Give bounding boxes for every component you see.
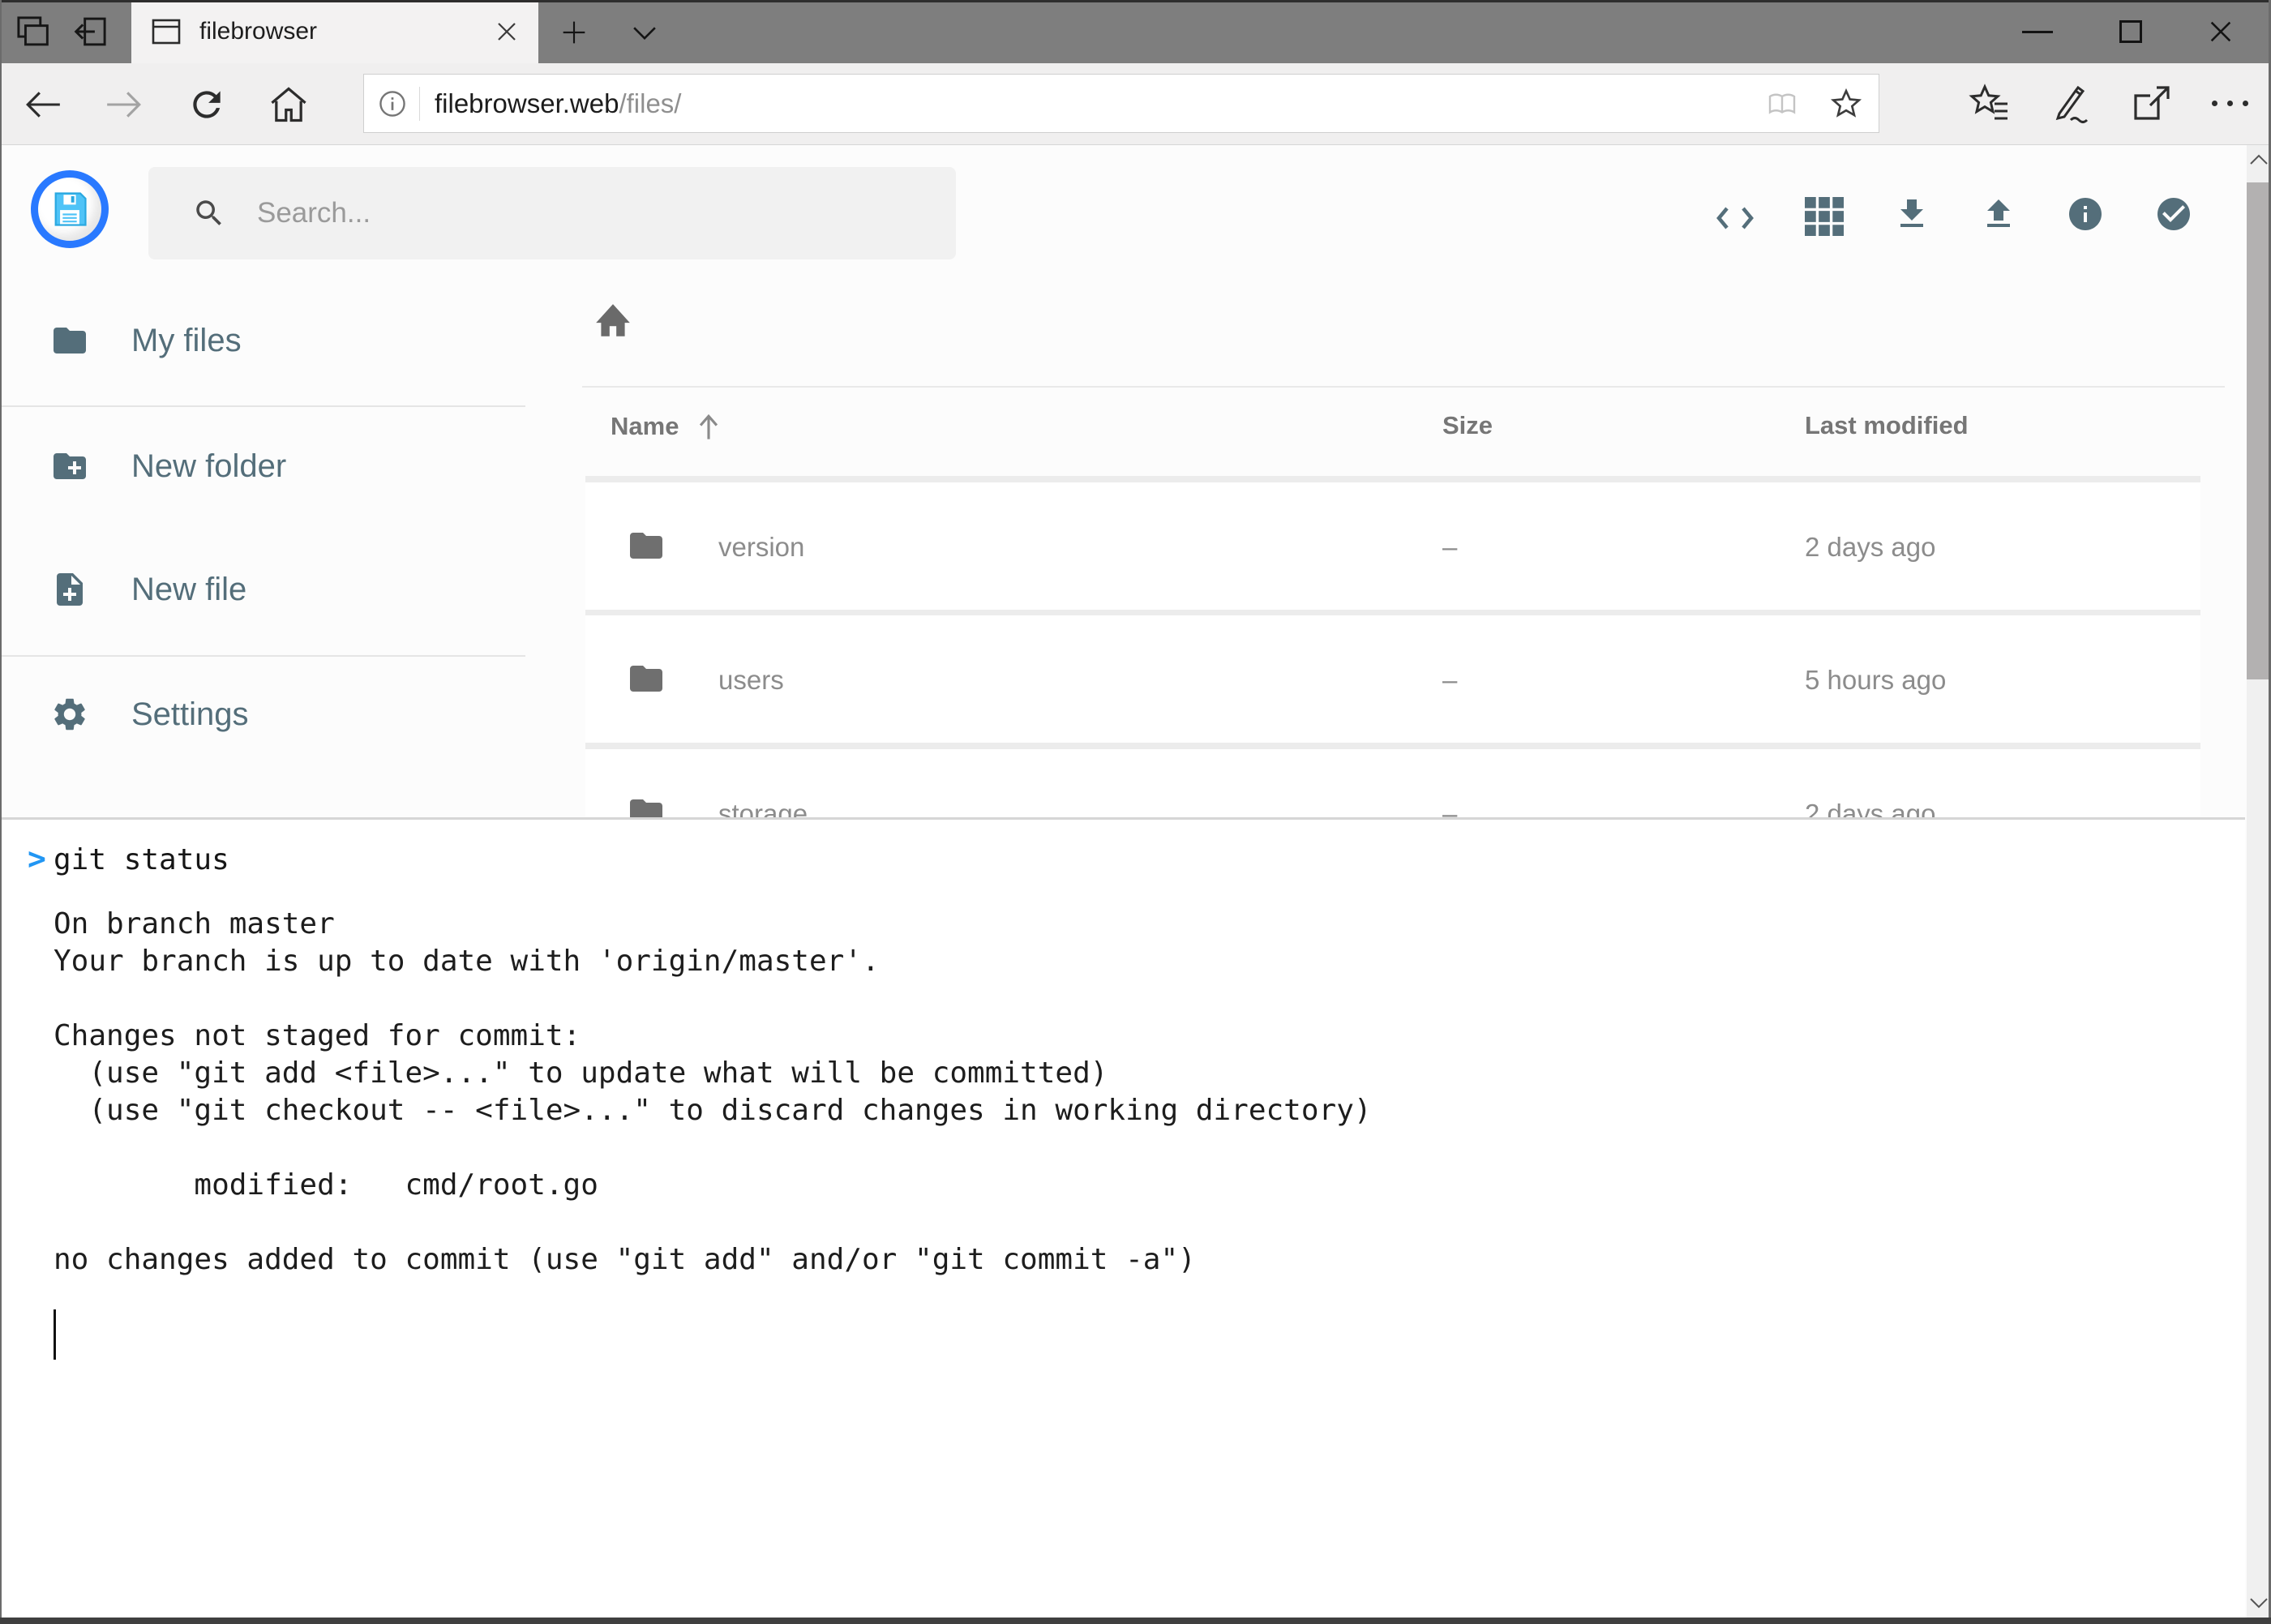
hub-favorites-icon[interactable]	[1969, 83, 2011, 125]
scrollbar-thumb[interactable]	[2247, 182, 2271, 679]
breadcrumb-home-icon[interactable]	[593, 302, 633, 340]
terminal-output: On branch master Your branch is up to da…	[54, 868, 1372, 1279]
url-text[interactable]: filebrowser.web/files/	[435, 88, 681, 119]
search-input[interactable]	[257, 197, 889, 229]
terminal-prompt-chevron: >	[28, 841, 46, 876]
file-name: users	[718, 665, 784, 696]
sidebar-divider	[0, 405, 525, 407]
info-icon[interactable]	[2066, 195, 2105, 234]
web-note-pen-icon[interactable]	[2050, 83, 2092, 125]
column-header-name[interactable]: Name	[611, 411, 722, 442]
back-icon[interactable]	[23, 84, 63, 125]
download-icon[interactable]	[1892, 195, 1931, 234]
reading-view-icon	[1765, 90, 1799, 118]
new-tab-button[interactable]	[561, 19, 587, 45]
terminal-cursor	[54, 1309, 56, 1360]
window-border-bottom	[0, 1618, 2271, 1624]
code-editor-icon[interactable]	[1716, 199, 1755, 238]
search-icon	[192, 196, 226, 230]
navigation-bar: filebrowser.web/files/	[0, 63, 2271, 145]
settings-and-more-icon[interactable]	[2212, 101, 2248, 106]
sidebar-divider	[0, 655, 525, 657]
sidebar-item-label: New folder	[131, 448, 286, 485]
refresh-icon[interactable]	[186, 84, 227, 125]
listing-divider	[582, 386, 2225, 388]
sidebar-item-new-folder[interactable]: New folder	[0, 418, 525, 515]
sort-asc-icon	[695, 411, 722, 442]
file-row-version[interactable]: version – 2 days ago	[585, 482, 2200, 610]
column-header-modified[interactable]: Last modified	[1805, 411, 1969, 440]
search-box[interactable]	[148, 167, 956, 259]
file-list: version – 2 days ago users – 5 hours ago…	[585, 476, 2200, 817]
url-domain: filebrowser.web	[435, 88, 619, 118]
folder-icon	[627, 526, 666, 565]
window-close-button[interactable]	[2207, 18, 2235, 45]
file-name: storage	[718, 799, 808, 817]
window-border-top	[0, 0, 2271, 2]
file-modified: 2 days ago	[1805, 799, 1935, 817]
tab-bar: filebrowser	[0, 0, 2271, 63]
address-bar[interactable]: filebrowser.web/files/	[363, 74, 1879, 133]
sidebar-item-new-file[interactable]: New file	[0, 541, 525, 638]
file-size: –	[1442, 532, 1457, 563]
home-icon[interactable]	[268, 84, 310, 125]
floppy-disk-icon	[49, 188, 91, 230]
tab-list-chevron-icon[interactable]	[631, 24, 658, 41]
check-circle-icon[interactable]	[2154, 195, 2193, 234]
gear-icon	[50, 695, 89, 734]
sidebar-item-label: My files	[131, 323, 242, 359]
minimize-button[interactable]	[2022, 31, 2053, 33]
create-new-folder-icon	[50, 447, 89, 486]
maximize-button[interactable]	[2119, 20, 2142, 43]
file-name: version	[718, 532, 804, 563]
forward-icon[interactable]	[104, 84, 144, 125]
address-separator	[419, 87, 420, 121]
set-tabs-aside-icon[interactable]	[73, 14, 109, 49]
file-modified: 2 days ago	[1805, 532, 1935, 563]
grid-view-icon[interactable]	[1805, 197, 1844, 236]
url-path: /files/	[619, 88, 681, 118]
favorite-star-icon[interactable]	[1830, 88, 1862, 120]
tabs-preview-icon[interactable]	[15, 14, 50, 49]
column-header-label: Size	[1442, 411, 1493, 440]
tab-close-icon[interactable]	[495, 19, 519, 44]
filebrowser-logo[interactable]	[31, 170, 109, 248]
page-scrollbar[interactable]	[2247, 145, 2271, 1618]
folder-icon	[627, 659, 666, 698]
terminal-panel[interactable]: > git status On branch master Your branc…	[0, 817, 2245, 1618]
site-info-icon[interactable]	[377, 88, 408, 119]
sidebar-item-label: Settings	[131, 696, 249, 733]
browser-window: filebrowser	[0, 0, 2271, 1624]
scroll-up-icon[interactable]	[2249, 153, 2269, 166]
tab-title: filebrowser	[199, 18, 317, 45]
browser-tab[interactable]: filebrowser	[131, 0, 538, 63]
file-size: –	[1442, 799, 1457, 817]
file-size: –	[1442, 665, 1457, 696]
file-row-storage[interactable]: storage – 2 days ago	[585, 749, 2200, 817]
scroll-down-icon[interactable]	[2249, 1596, 2269, 1609]
sidebar-item-my-files[interactable]: My files	[0, 292, 525, 389]
note-add-icon	[50, 570, 89, 609]
window-border-left	[0, 0, 2, 1624]
file-row-users[interactable]: users – 5 hours ago	[585, 615, 2200, 743]
folder-icon	[50, 321, 89, 360]
folder-icon	[627, 793, 666, 817]
sidebar-item-settings[interactable]: Settings	[0, 666, 525, 763]
page-favicon-icon	[151, 18, 182, 45]
sidebar-item-label: New file	[131, 572, 246, 608]
column-header-size[interactable]: Size	[1442, 411, 1493, 440]
share-icon[interactable]	[2131, 83, 2173, 125]
column-header-label: Last modified	[1805, 411, 1969, 440]
file-modified: 5 hours ago	[1805, 665, 1946, 696]
upload-icon[interactable]	[1979, 195, 2018, 234]
column-header-label: Name	[611, 412, 679, 441]
